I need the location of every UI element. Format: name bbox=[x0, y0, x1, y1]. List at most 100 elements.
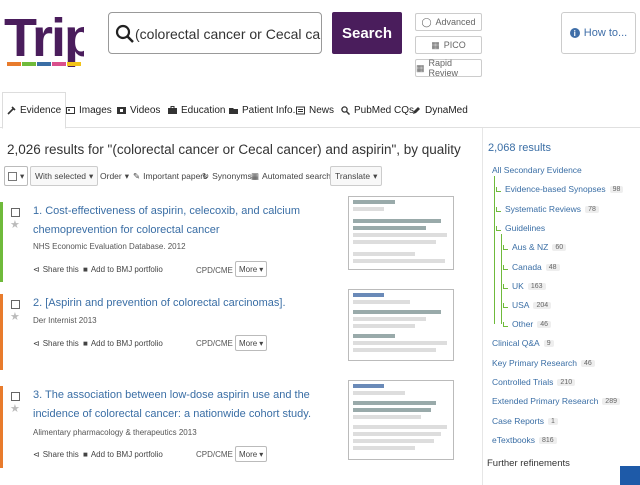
tree-hook-icon bbox=[496, 225, 501, 231]
add-portfolio-button[interactable]: ■ Add to BMJ portfolio bbox=[83, 335, 163, 351]
tab-videos[interactable]: Videos bbox=[117, 92, 160, 128]
automated-search-button[interactable]: ▦ Automated search bbox=[249, 166, 333, 186]
sidebar-item-etextbooks[interactable]: eTextbooks 816 bbox=[492, 435, 557, 445]
results-toolbar: ▾ With selected ▾ Order ▾ ✎ Important pa… bbox=[4, 166, 474, 186]
sidebar-item-evidence-based-synopses[interactable]: Evidence-based Synopses 98 bbox=[496, 184, 624, 194]
sidebar-item-key-primary-research[interactable]: Key Primary Research 46 bbox=[492, 358, 595, 368]
synonyms-button[interactable]: ↻ Synonyms bbox=[200, 166, 254, 186]
tab-label: PubMed CQs bbox=[354, 104, 415, 116]
tab-label: Evidence bbox=[20, 105, 62, 116]
tab-label: News bbox=[309, 104, 335, 116]
star-icon[interactable]: ★ bbox=[10, 220, 20, 231]
advanced-button[interactable]: ◯ Advanced bbox=[415, 13, 482, 31]
sidebar-item-other[interactable]: Other 46 bbox=[503, 319, 552, 329]
tab-evidence[interactable]: Evidence bbox=[2, 92, 67, 129]
with-selected-label: With selected bbox=[35, 171, 87, 181]
sidebar-item-aus-nz[interactable]: Aus & NZ 60 bbox=[503, 242, 567, 252]
synonyms-label: Synonyms bbox=[212, 171, 252, 181]
tab-news[interactable]: News bbox=[296, 92, 334, 128]
sidebar-item-extended-primary-research[interactable]: Extended Primary Research 289 bbox=[492, 396, 620, 406]
result-checkbox[interactable] bbox=[11, 392, 20, 401]
result-thumbnail[interactable] bbox=[348, 196, 454, 270]
tree-hook-icon bbox=[503, 321, 508, 327]
sidebar-item-all-secondary[interactable]: All Secondary Evidence bbox=[492, 165, 582, 175]
sidebar-item-label: UK bbox=[512, 281, 524, 291]
add-portfolio-button[interactable]: ■ Add to BMJ portfolio bbox=[83, 261, 163, 277]
cpd-cme-link[interactable]: CPD/CME bbox=[196, 339, 233, 348]
tree-line bbox=[494, 176, 495, 324]
share-label: Share this bbox=[42, 449, 79, 459]
portfolio-label: Add to BMJ portfolio bbox=[90, 264, 163, 274]
result-thumbnail[interactable] bbox=[348, 380, 454, 460]
tab-education[interactable]: Education bbox=[168, 92, 225, 128]
search-box[interactable] bbox=[108, 12, 322, 54]
sidebar-item-label: Case Reports bbox=[492, 416, 544, 426]
result-source: Der Internist 2013 bbox=[33, 316, 97, 325]
tab-images[interactable]: Images bbox=[66, 92, 112, 128]
count-badge: 163 bbox=[527, 282, 546, 290]
image-icon bbox=[66, 106, 75, 114]
count-badge: 60 bbox=[552, 243, 567, 251]
result-source: Alimentary pharmacology & therapeutics 2… bbox=[33, 428, 197, 437]
search-input[interactable] bbox=[135, 21, 321, 47]
sidebar-item-label: Aus & NZ bbox=[512, 242, 549, 252]
result-checkbox[interactable] bbox=[11, 208, 20, 217]
chevron-down-icon: ▾ bbox=[259, 449, 264, 459]
result-checkbox[interactable] bbox=[11, 300, 20, 309]
important-papers-button[interactable]: ✎ Important papers bbox=[131, 166, 209, 186]
select-all-checkbox[interactable] bbox=[8, 171, 17, 181]
star-icon[interactable]: ★ bbox=[10, 312, 20, 323]
add-portfolio-button[interactable]: ■ Add to BMJ portfolio bbox=[83, 446, 163, 462]
portfolio-label: Add to BMJ portfolio bbox=[90, 338, 163, 348]
portfolio-icon: ■ bbox=[83, 338, 88, 348]
tab-dynamed[interactable]: DynaMed bbox=[412, 92, 468, 128]
chevron-down-icon: ▾ bbox=[124, 170, 130, 181]
magnify-icon bbox=[341, 105, 350, 115]
sidebar-item-canada[interactable]: Canada 48 bbox=[503, 262, 560, 272]
more-dropdown[interactable]: More ▾ bbox=[235, 335, 268, 351]
more-label: More bbox=[239, 338, 258, 348]
howto-button[interactable]: i How to... bbox=[561, 12, 636, 54]
share-button[interactable]: ⊲ Share this bbox=[33, 335, 79, 351]
with-selected-button[interactable]: With selected ▾ bbox=[30, 166, 99, 186]
info-icon: i bbox=[569, 28, 580, 38]
tab-pubmed-cqs[interactable]: PubMed CQs bbox=[341, 92, 414, 128]
translate-button[interactable]: Translate ▾ bbox=[330, 166, 383, 186]
result-thumbnail[interactable] bbox=[348, 289, 454, 361]
result-title-link[interactable]: 1. Cost-effectiveness of aspirin, celeco… bbox=[33, 202, 333, 240]
sidebar-item-label: Evidence-based Synopses bbox=[505, 184, 606, 194]
sidebar-item-systematic-reviews[interactable]: Systematic Reviews 78 bbox=[496, 204, 599, 214]
share-button[interactable]: ⊲ Share this bbox=[33, 446, 79, 462]
more-dropdown[interactable]: More ▾ bbox=[235, 261, 268, 277]
more-dropdown[interactable]: More ▾ bbox=[235, 446, 268, 462]
search-button[interactable]: Search bbox=[332, 12, 402, 54]
rapid-review-button[interactable]: ▦ Rapid Review bbox=[415, 58, 482, 78]
synonyms-icon: ↻ bbox=[202, 170, 210, 181]
sidebar-item-usa[interactable]: USA 204 bbox=[503, 300, 552, 310]
sidebar-item-clinical-qa[interactable]: Clinical Q&A 9 bbox=[492, 338, 554, 348]
portfolio-icon: ■ bbox=[83, 449, 88, 459]
sidebar-item-case-reports[interactable]: Case Reports 1 bbox=[492, 416, 558, 426]
briefcase-icon bbox=[168, 105, 177, 114]
share-button[interactable]: ⊲ Share this bbox=[33, 261, 79, 277]
cpd-cme-link[interactable]: CPD/CME bbox=[196, 450, 233, 459]
tab-patient-info[interactable]: Patient Info. bbox=[229, 92, 295, 128]
tree-line bbox=[501, 234, 502, 324]
sidebar-item-guidelines[interactable]: Guidelines bbox=[496, 223, 545, 233]
result-title-link[interactable]: 3. The association between low-dose aspi… bbox=[33, 386, 343, 424]
trip-logo[interactable]: Trip bbox=[4, 4, 84, 74]
result-item: ★ 2. [Aspirin and prevention of colorect… bbox=[0, 289, 480, 370]
pico-button[interactable]: ▦ PICO bbox=[415, 36, 482, 54]
star-icon[interactable]: ★ bbox=[10, 404, 20, 415]
chevron-down-icon: ▾ bbox=[20, 170, 25, 181]
result-title-link[interactable]: 2. [Aspirin and prevention of colorectal… bbox=[33, 294, 333, 313]
select-all-dropdown[interactable]: ▾ bbox=[4, 166, 29, 186]
sidebar-item-controlled-trials[interactable]: Controlled Trials 210 bbox=[492, 377, 576, 387]
advanced-label: Advanced bbox=[435, 17, 476, 27]
cpd-cme-link[interactable]: CPD/CME bbox=[196, 266, 233, 275]
sidebar-item-uk[interactable]: UK 163 bbox=[503, 281, 546, 291]
order-button[interactable]: Order ▾ bbox=[98, 166, 131, 186]
chevron-down-icon: ▾ bbox=[89, 170, 94, 181]
taskbar-corner bbox=[620, 466, 640, 485]
sidebar-item-label: Other bbox=[512, 319, 534, 329]
